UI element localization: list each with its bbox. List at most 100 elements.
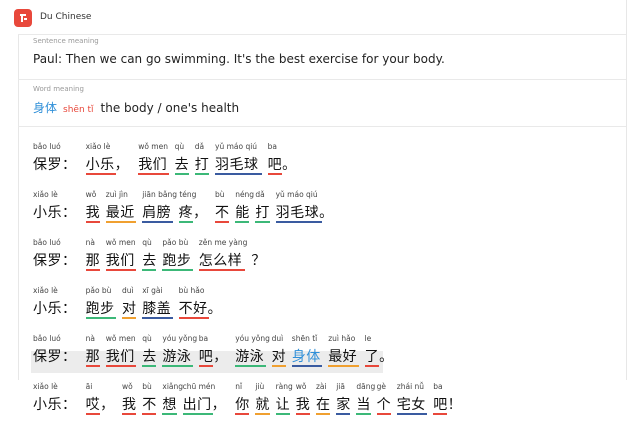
hanzi: 游泳 <box>235 349 265 365</box>
pinyin: dǎ <box>255 190 265 199</box>
word-underline <box>275 413 290 415</box>
hanzi: 怎么样 <box>198 253 243 269</box>
word-underline <box>178 221 193 223</box>
hanzi: 膝盖 <box>142 301 172 317</box>
title-bar: Du Chinese <box>0 0 640 34</box>
word-underline <box>178 317 209 319</box>
word-underline <box>105 269 137 271</box>
pinyin: bǎo luó <box>33 238 61 247</box>
word-underline <box>105 365 137 367</box>
word-definition: the body / one's health <box>100 101 240 115</box>
word-underline <box>138 173 169 175</box>
hanzi: 宅女 <box>396 397 426 413</box>
word-underline <box>142 413 157 415</box>
hanzi: 保罗： <box>33 349 77 365</box>
hanzi: 吧。 <box>267 157 297 173</box>
pinyin: zài <box>316 382 327 391</box>
hanzi: 最好 <box>328 349 358 365</box>
hanzi: 小乐： <box>33 397 77 413</box>
pinyin: āi <box>85 382 93 391</box>
hanzi: 去 <box>142 349 157 365</box>
pinyin: nà <box>85 334 95 343</box>
pinyin: dāng <box>356 382 376 391</box>
pinyin: ba <box>433 382 443 391</box>
pinyin: zhái nǚ <box>396 382 425 391</box>
hanzi: 你 <box>235 397 250 413</box>
pinyin: wǒ men <box>105 238 136 247</box>
word-underline <box>275 221 323 223</box>
hanzi: 不 <box>215 205 230 221</box>
pinyin: yóu yǒng <box>162 334 198 343</box>
hanzi: 打 <box>194 157 210 173</box>
word-underline <box>142 269 157 271</box>
word-underline <box>235 365 266 367</box>
pinyin: wǒ men <box>138 142 168 151</box>
divider <box>18 34 626 35</box>
word-underline <box>291 365 323 367</box>
hanzi: 了。 <box>364 349 394 365</box>
pinyin: pǎo bù <box>85 286 112 295</box>
pinyin: pǎo bù <box>162 238 189 247</box>
pinyin: xiǎo lè <box>85 142 111 151</box>
pinyin: chū mén <box>182 382 216 391</box>
pinyin: bù hǎo <box>178 286 205 295</box>
word-hanzi[interactable]: 身体 <box>33 99 57 116</box>
hanzi: 个 <box>376 397 392 413</box>
divider <box>18 79 626 80</box>
hanzi: 羽毛球。 <box>275 205 334 221</box>
hanzi: 对 <box>271 349 287 365</box>
hanzi: 家 <box>336 397 351 413</box>
hanzi: 出门， <box>182 397 227 413</box>
word-underline <box>267 173 282 175</box>
hanzi: 那 <box>85 253 101 269</box>
hanzi: 保罗： <box>33 157 77 173</box>
word-underline <box>198 365 213 367</box>
word-meaning-label: Word meaning <box>33 85 84 93</box>
pinyin: duì <box>122 286 134 295</box>
pinyin: wǒ men <box>105 334 136 343</box>
hanzi: 保罗： <box>33 253 77 269</box>
pinyin: jiù <box>255 382 265 391</box>
pinyin: zuì jìn <box>105 190 128 199</box>
sentence-meaning-label: Sentence meaning <box>33 37 99 45</box>
word-underline <box>396 413 428 415</box>
word-underline <box>142 221 173 223</box>
word-underline <box>85 365 100 367</box>
hanzi: 我 <box>85 205 101 221</box>
hanzi: 跑步 <box>162 253 192 269</box>
hanzi: 想 <box>162 397 177 413</box>
pinyin: wǒ <box>85 190 97 199</box>
word-underline <box>328 365 359 367</box>
word-pinyin: shēn tǐ <box>63 105 94 115</box>
word-underline <box>182 413 213 415</box>
word-meaning: 身体 shēn tǐ the body / one's health <box>33 99 239 116</box>
word-underline <box>122 413 137 415</box>
pinyin: zuì hǎo <box>328 334 356 343</box>
hanzi: 最近 <box>105 205 135 221</box>
word-underline <box>376 413 391 415</box>
word-underline <box>364 365 379 367</box>
hanzi: 在 <box>316 397 331 413</box>
hanzi: 小乐， <box>85 157 130 173</box>
word-underline <box>85 413 100 415</box>
hanzi: 肩膀 <box>142 205 172 221</box>
word-underline <box>85 269 100 271</box>
word-underline <box>316 413 331 415</box>
word-underline <box>356 413 371 415</box>
word-underline <box>174 173 189 175</box>
hanzi: 吧！ <box>433 397 463 413</box>
pinyin: ràng <box>275 382 293 391</box>
word-underline <box>255 413 270 415</box>
hanzi: 不好。 <box>178 301 223 317</box>
sentence-meaning-text: Paul: Then we can go swimming. It's the … <box>33 52 445 66</box>
pinyin: dǎ <box>194 142 205 151</box>
word-underline <box>255 221 270 223</box>
hanzi: 去 <box>174 157 190 173</box>
hanzi: 那 <box>85 349 101 365</box>
word-underline <box>85 317 116 319</box>
word-underline <box>162 269 193 271</box>
pinyin: jiā <box>336 382 345 391</box>
word-underline <box>433 413 448 415</box>
pinyin: xiǎo lè <box>33 382 58 391</box>
word-underline <box>122 317 137 319</box>
